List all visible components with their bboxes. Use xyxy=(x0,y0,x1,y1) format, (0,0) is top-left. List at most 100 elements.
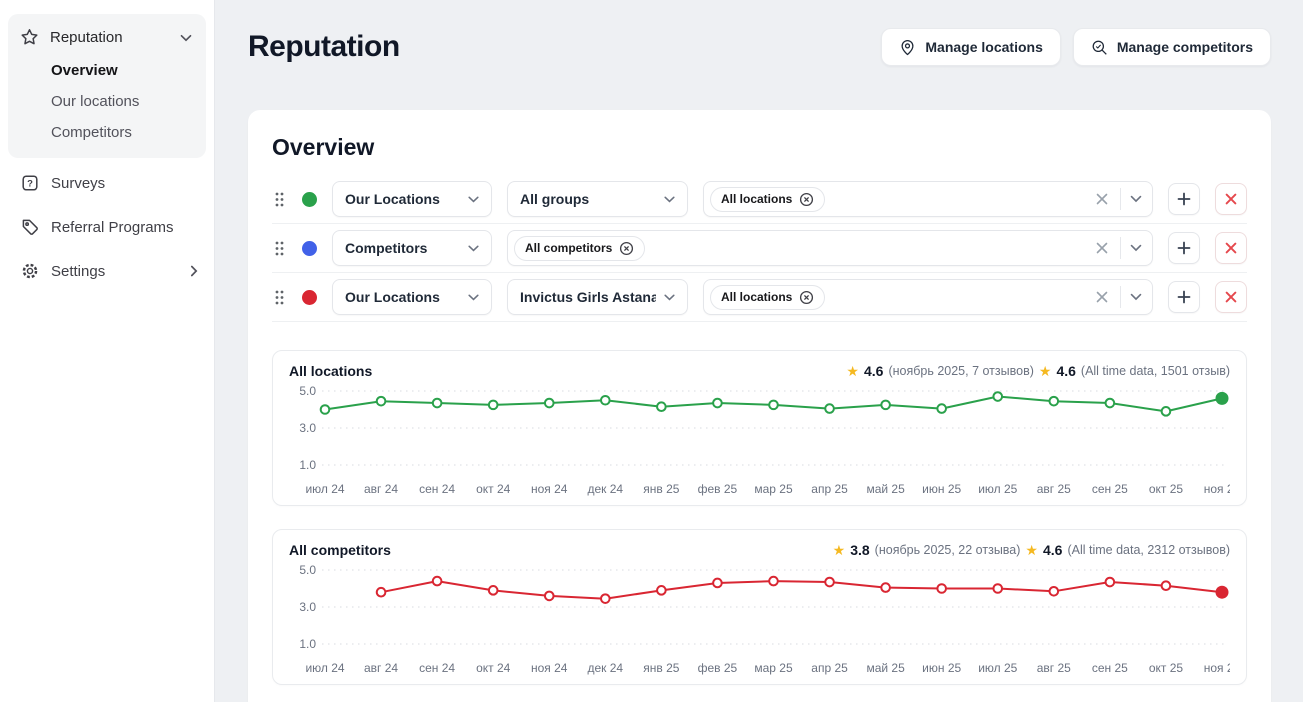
group-select[interactable]: Invictus Girls Astana xyxy=(507,279,688,315)
rating-alltime-note: (All time data, 1501 отзыв) xyxy=(1081,364,1230,378)
overview-panel: Overview Our Locations All groups All lo… xyxy=(248,110,1271,702)
line-chart-all-locations: 5.03.01.0июл 24авг 24сен 24окт 24ноя 24д… xyxy=(289,381,1230,499)
clear-selection-icon[interactable] xyxy=(1093,239,1111,257)
svg-text:окт 24: окт 24 xyxy=(476,482,511,496)
map-pin-icon xyxy=(899,39,916,56)
svg-text:янв 25: янв 25 xyxy=(643,661,680,675)
filter-row-our-locations: Our Locations All groups All locations xyxy=(272,175,1247,224)
sidebar-item-competitors[interactable]: Competitors xyxy=(8,117,206,148)
sidebar-item-label: Referral Programs xyxy=(51,219,174,236)
svg-text:фев 25: фев 25 xyxy=(698,661,738,675)
star-icon: ★ xyxy=(833,543,846,557)
remove-row-button[interactable] xyxy=(1215,183,1247,215)
chart-title: All locations xyxy=(289,363,372,379)
chevron-down-icon[interactable] xyxy=(1130,195,1142,203)
sidebar-item-reputation[interactable]: Reputation xyxy=(8,20,206,55)
svg-text:июн 25: июн 25 xyxy=(922,482,961,496)
selected-chip[interactable]: All competitors xyxy=(514,236,645,261)
page-title: Reputation xyxy=(248,30,400,64)
svg-text:1.0: 1.0 xyxy=(299,458,316,472)
chip-remove-icon[interactable] xyxy=(799,290,814,305)
svg-text:июл 24: июл 24 xyxy=(305,661,344,675)
clear-selection-icon[interactable] xyxy=(1093,288,1111,306)
svg-text:5.0: 5.0 xyxy=(299,563,316,577)
manage-locations-button[interactable]: Manage locations xyxy=(881,28,1060,66)
line-chart-all-competitors: 5.03.01.0июл 24авг 24сен 24окт 24ноя 24д… xyxy=(289,560,1230,678)
add-row-button[interactable] xyxy=(1168,281,1200,313)
selected-chip[interactable]: All locations xyxy=(710,187,825,212)
svg-text:янв 25: янв 25 xyxy=(643,482,680,496)
selected-chip[interactable]: All locations xyxy=(710,285,825,310)
sidebar-item-surveys[interactable]: ? Surveys xyxy=(0,164,214,202)
svg-text:апр 25: апр 25 xyxy=(811,482,848,496)
chip-label: All competitors xyxy=(525,241,612,255)
clear-selection-icon[interactable] xyxy=(1093,190,1111,208)
svg-text:?: ? xyxy=(27,178,33,189)
manage-competitors-button[interactable]: Manage competitors xyxy=(1073,28,1271,66)
chevron-down-icon xyxy=(664,294,675,301)
svg-text:авг 25: авг 25 xyxy=(1037,482,1071,496)
drag-handle-icon[interactable] xyxy=(272,287,287,308)
chevron-down-icon xyxy=(468,294,479,301)
svg-text:сен 25: сен 25 xyxy=(1092,482,1128,496)
svg-text:дек 24: дек 24 xyxy=(588,482,624,496)
ratings-summary: ★ 3.8 (ноябрь 2025, 22 отзыва) ★ 4.6 (Al… xyxy=(833,542,1230,558)
sidebar-item-our-locations[interactable]: Our locations xyxy=(8,86,206,117)
chart-card-all-locations: All locations ★ 4.6 (ноябрь 2025, 7 отзы… xyxy=(272,350,1247,506)
sidebar: Reputation Overview Our locations Compet… xyxy=(0,0,215,702)
chevron-down-icon[interactable] xyxy=(1130,293,1142,301)
overview-title: Overview xyxy=(272,134,1247,161)
locations-multiselect[interactable]: All locations xyxy=(703,279,1153,315)
rating-month-note: (ноябрь 2025, 22 отзыва) xyxy=(875,543,1021,557)
sidebar-item-settings[interactable]: Settings xyxy=(0,252,214,290)
locations-multiselect[interactable]: All locations xyxy=(703,181,1153,217)
chip-remove-icon[interactable] xyxy=(799,192,814,207)
chevron-down-icon xyxy=(468,196,479,203)
header-actions: Manage locations Manage competitors xyxy=(881,28,1271,66)
series-color-dot xyxy=(302,290,317,305)
sidebar-item-label: Reputation xyxy=(50,29,123,46)
button-label: Manage competitors xyxy=(1117,39,1253,55)
svg-text:май 25: май 25 xyxy=(866,661,905,675)
add-row-button[interactable] xyxy=(1168,183,1200,215)
rating-month-value: 4.6 xyxy=(864,363,883,379)
sidebar-item-referral-programs[interactable]: Referral Programs xyxy=(0,208,214,246)
button-label: Manage locations xyxy=(925,39,1042,55)
svg-text:июл 25: июл 25 xyxy=(978,661,1017,675)
add-row-button[interactable] xyxy=(1168,232,1200,264)
chevron-right-icon xyxy=(190,265,198,277)
svg-text:май 25: май 25 xyxy=(866,482,905,496)
drag-handle-icon[interactable] xyxy=(272,238,287,259)
remove-row-button[interactable] xyxy=(1215,232,1247,264)
star-outline-icon xyxy=(20,28,39,47)
svg-text:июл 24: июл 24 xyxy=(305,482,344,496)
chip-label: All locations xyxy=(721,290,792,304)
filter-row-competitors: Competitors All competitors xyxy=(272,224,1247,273)
source-select[interactable]: Our Locations xyxy=(332,279,492,315)
svg-text:мар 25: мар 25 xyxy=(754,661,793,675)
gear-icon xyxy=(20,262,39,280)
select-value: Competitors xyxy=(345,240,427,256)
source-select[interactable]: Competitors xyxy=(332,230,492,266)
svg-text:июн 25: июн 25 xyxy=(922,661,961,675)
chip-remove-icon[interactable] xyxy=(619,241,634,256)
svg-text:сен 25: сен 25 xyxy=(1092,661,1128,675)
chip-label: All locations xyxy=(721,192,792,206)
source-select[interactable]: Our Locations xyxy=(332,181,492,217)
chevron-down-icon xyxy=(468,245,479,252)
competitors-multiselect[interactable]: All competitors xyxy=(507,230,1153,266)
star-icon: ★ xyxy=(1039,364,1052,378)
svg-text:3.0: 3.0 xyxy=(299,421,316,435)
chevron-down-icon[interactable] xyxy=(1130,244,1142,252)
remove-row-button[interactable] xyxy=(1215,281,1247,313)
drag-handle-icon[interactable] xyxy=(272,189,287,210)
rating-alltime-value: 4.6 xyxy=(1043,542,1062,558)
rating-alltime-value: 4.6 xyxy=(1056,363,1075,379)
sidebar-item-overview[interactable]: Overview xyxy=(8,55,206,86)
group-select[interactable]: All groups xyxy=(507,181,688,217)
svg-text:июл 25: июл 25 xyxy=(978,482,1017,496)
svg-text:дек 24: дек 24 xyxy=(588,661,624,675)
chart-card-header: All competitors ★ 3.8 (ноябрь 2025, 22 о… xyxy=(289,542,1230,558)
chevron-down-icon xyxy=(664,196,675,203)
star-icon: ★ xyxy=(1025,543,1038,557)
